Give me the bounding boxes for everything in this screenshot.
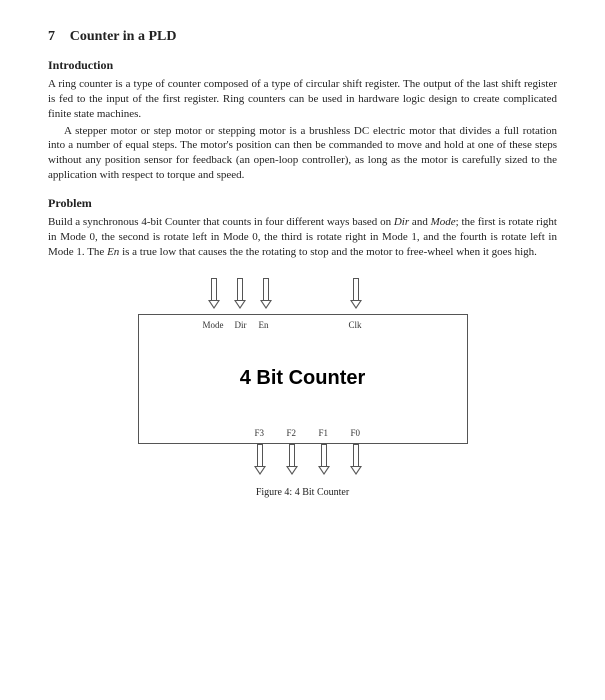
box-title: 4 Bit Counter bbox=[139, 365, 467, 392]
arrow-dir bbox=[234, 278, 246, 309]
label-dir: Dir bbox=[235, 319, 247, 331]
dir-var: Dir bbox=[394, 216, 409, 228]
label-clk: Clk bbox=[349, 319, 362, 331]
arrow-mode bbox=[208, 278, 220, 309]
section-header: 7 Counter in a PLD bbox=[48, 28, 557, 47]
label-f1: F1 bbox=[319, 427, 329, 439]
input-arrows bbox=[138, 278, 468, 314]
arrow-f0 bbox=[350, 444, 362, 475]
en-var: En bbox=[107, 246, 119, 258]
problem-text-b: and bbox=[409, 216, 430, 228]
diagram: Mode Dir En Clk 4 Bit Counter F3 F2 F1 F… bbox=[138, 278, 468, 480]
problem-heading: Problem bbox=[48, 195, 557, 211]
label-en: En bbox=[259, 319, 269, 331]
arrow-f1 bbox=[318, 444, 330, 475]
arrow-f2 bbox=[286, 444, 298, 475]
problem-text-d: is a true low that causes the the rotati… bbox=[119, 246, 537, 258]
problem-para: Build a synchronous 4-bit Counter that c… bbox=[48, 215, 557, 260]
arrow-f3 bbox=[254, 444, 266, 475]
arrow-clk bbox=[350, 278, 362, 309]
intro-para-1: A ring counter is a type of counter comp… bbox=[48, 77, 557, 122]
figure-caption: Figure 4: 4 Bit Counter bbox=[256, 486, 349, 500]
label-f3: F3 bbox=[255, 427, 265, 439]
figure: Mode Dir En Clk 4 Bit Counter F3 F2 F1 F… bbox=[48, 278, 557, 500]
problem-text-a: Build a synchronous 4-bit Counter that c… bbox=[48, 216, 394, 228]
output-arrows bbox=[138, 444, 468, 480]
input-labels: Mode Dir En Clk bbox=[139, 319, 467, 331]
intro-heading: Introduction bbox=[48, 57, 557, 73]
label-mode: Mode bbox=[203, 319, 224, 331]
mode-var: Mode bbox=[431, 216, 456, 228]
section-number: 7 bbox=[48, 29, 55, 44]
label-f0: F0 bbox=[351, 427, 361, 439]
intro-para-2: A stepper motor or step motor or steppin… bbox=[48, 124, 557, 183]
counter-box: Mode Dir En Clk 4 Bit Counter F3 F2 F1 F… bbox=[138, 314, 468, 444]
arrow-en bbox=[260, 278, 272, 309]
label-f2: F2 bbox=[287, 427, 297, 439]
output-labels: F3 F2 F1 F0 bbox=[139, 427, 467, 439]
section-title: Counter in a PLD bbox=[70, 29, 177, 44]
